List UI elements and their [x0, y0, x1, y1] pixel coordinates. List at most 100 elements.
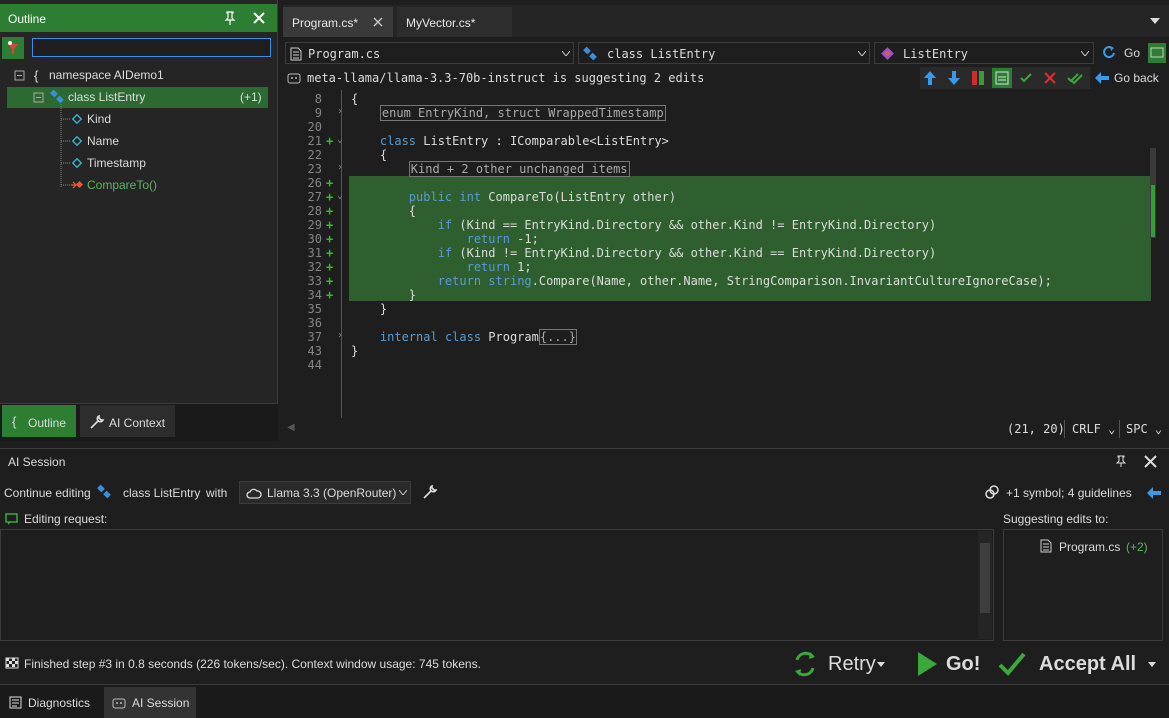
accept-all-button[interactable]: Accept All	[996, 648, 1160, 680]
fold-collapsed-icon[interactable]: ›	[337, 330, 343, 341]
tab-list-dropdown-icon[interactable]	[1150, 18, 1160, 24]
tab-ai-session[interactable]: AI Session	[104, 687, 196, 718]
tab-program-cs[interactable]: Program.cs*	[283, 7, 393, 37]
scrollbar-thumb[interactable]	[980, 543, 990, 613]
code-line[interactable]: 43}	[283, 344, 1143, 358]
cloud-icon	[246, 487, 262, 499]
class-icon	[583, 46, 599, 62]
line-number: 27	[307, 190, 322, 204]
code-line[interactable]: 21 + ⌄ class ListEntry : IComparable<ListE…	[283, 134, 1143, 148]
retry-button[interactable]: Retry	[792, 648, 894, 680]
accept-edit-icon[interactable]	[1019, 71, 1033, 85]
pin-icon[interactable]	[224, 11, 236, 25]
tab-myvector-cs[interactable]: MyVector.cs*	[397, 7, 512, 37]
go-button[interactable]: Go!	[914, 648, 984, 680]
fold-expanded-icon[interactable]: ⌄	[337, 190, 343, 201]
line-number: 22	[307, 148, 322, 162]
code-line[interactable]: 23 › Kind + 2 other unchanged items	[283, 161, 1143, 177]
close-icon[interactable]	[252, 11, 266, 25]
wrench-icon[interactable]	[422, 484, 438, 500]
code-line[interactable]: 26 +	[283, 176, 1143, 190]
code-line[interactable]: 29 + if (Kind == EntryKind.Directory && o…	[283, 218, 1143, 232]
arrow-left-icon[interactable]	[1146, 486, 1162, 500]
prev-edit-button[interactable]	[922, 69, 938, 87]
arrow-left-icon	[1094, 71, 1110, 85]
fold-expanded-icon[interactable]: ⌄	[337, 134, 343, 145]
context-summary[interactable]: +1 symbol; 4 guidelines	[1006, 486, 1132, 500]
pin-icon[interactable]	[1116, 455, 1126, 467]
suggest-file-delta: (+2)	[1126, 540, 1148, 554]
reject-edit-icon[interactable]	[1043, 71, 1057, 85]
tree-item-badge: (+1)	[240, 90, 262, 104]
with-label: with	[206, 486, 228, 500]
code-line[interactable]: 37 › internal class Program{...}	[283, 329, 1143, 345]
code-line[interactable]: 33 + return string.Compare(Name, other.Na…	[283, 274, 1143, 288]
code-line[interactable]: 28 + {	[283, 204, 1143, 218]
file-icon	[1040, 539, 1052, 553]
member-icon	[880, 46, 896, 62]
sync-button[interactable]	[1148, 43, 1166, 63]
chevron-down-icon	[1081, 51, 1089, 56]
type-combo[interactable]: class ListEntry	[578, 42, 870, 64]
close-icon[interactable]	[373, 17, 383, 27]
go-button[interactable]: Go	[1102, 44, 1146, 62]
code-line[interactable]: 36	[283, 316, 1143, 330]
play-icon	[916, 651, 938, 677]
tree-item-class-listentry[interactable]: class ListEntry (+1)	[50, 86, 265, 108]
outline-tab-icon: {	[12, 414, 17, 429]
request-scrollbar[interactable]	[978, 531, 992, 639]
scroll-left-icon[interactable]: ◀	[287, 422, 295, 433]
line-ending-dropdown[interactable]: CRLF ⌄	[1072, 422, 1115, 436]
bottom-tab-bar: Diagnostics AI Session	[0, 684, 1169, 718]
code-line[interactable]: 35 }	[283, 302, 1143, 316]
tree-item-label: CompareTo()	[87, 178, 158, 192]
code-line[interactable]: 20	[283, 120, 1143, 134]
line-number: 26	[307, 176, 322, 190]
code-line[interactable]: 34 + }	[283, 288, 1143, 302]
accept-all-edits-icon[interactable]	[1067, 70, 1083, 86]
chevron-down-icon	[562, 51, 570, 56]
code-line[interactable]: 27 + ⌄ public int CompareTo(ListEntry othe…	[283, 190, 1143, 204]
go-back-button[interactable]: Go back	[1094, 70, 1166, 86]
close-icon[interactable]	[1144, 455, 1157, 468]
tab-ai-context[interactable]: AI Context	[80, 405, 175, 437]
code-editor[interactable]: 8{9 › enum EntryKind, struct WrappedTimes…	[283, 90, 1169, 418]
tab-diagnostics[interactable]: Diagnostics	[3, 687, 101, 717]
edit-target[interactable]: class ListEntry	[123, 486, 200, 500]
chevron-down-icon[interactable]	[1148, 662, 1156, 667]
continue-editing-label: Continue editing	[4, 486, 91, 500]
code-text: internal class Program{...}	[379, 329, 577, 345]
outline-search-input[interactable]	[32, 38, 271, 57]
code-line[interactable]: 9 › enum EntryKind, struct WrappedTimesta…	[283, 105, 1143, 121]
indent-dropdown[interactable]: SPC ⌄	[1126, 422, 1162, 436]
code-line[interactable]: 31 + if (Kind != EntryKind.Directory && o…	[283, 246, 1143, 260]
inline-view-button[interactable]	[992, 68, 1012, 88]
file-combo[interactable]: Program.cs	[285, 42, 574, 64]
code-line[interactable]: 8{	[283, 92, 1143, 106]
model-dropdown[interactable]: Llama 3.3 (OpenRouter)	[239, 481, 411, 504]
tab-outline[interactable]: { Outline	[2, 405, 76, 437]
chevron-down-icon[interactable]	[877, 662, 885, 667]
code-line[interactable]: 22 {	[283, 148, 1143, 162]
line-number: 23	[307, 162, 322, 176]
code-text: return 1;	[466, 260, 532, 274]
suggest-file-item[interactable]: Program.cs (+2)	[1040, 537, 1155, 557]
fold-collapsed-icon[interactable]: ›	[337, 106, 343, 117]
diff-view-icon[interactable]	[971, 69, 985, 87]
outline-filter-button[interactable]	[2, 37, 24, 59]
code-line[interactable]: 30 + return -1;	[283, 232, 1143, 246]
line-number: 29	[307, 218, 322, 232]
code-line[interactable]: 32 + return 1;	[283, 260, 1143, 274]
line-number: 44	[307, 358, 322, 372]
editing-request-input[interactable]	[0, 529, 994, 641]
next-edit-button[interactable]	[946, 69, 962, 87]
retry-icon	[792, 650, 818, 678]
class-icon	[97, 484, 113, 500]
fold-collapsed-icon[interactable]: ›	[337, 162, 343, 173]
chevron-down-icon	[858, 51, 866, 56]
member-combo[interactable]: ListEntry	[874, 42, 1094, 64]
code-text: if (Kind == EntryKind.Directory && other…	[437, 218, 937, 232]
robot-icon	[112, 696, 126, 709]
code-line[interactable]: 44	[283, 358, 1143, 372]
type-combo-value: class ListEntry	[607, 47, 716, 61]
